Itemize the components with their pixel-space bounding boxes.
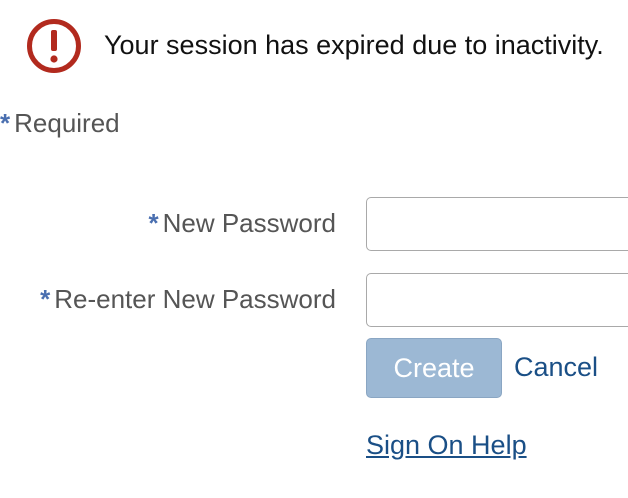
required-asterisk: * [0,108,11,138]
required-note: * Required [0,108,120,139]
exclamation-circle-icon [27,19,81,73]
sign-on-help-link[interactable]: Sign On Help [366,430,527,461]
reenter-password-label-text: Re-enter New Password [54,284,336,314]
cancel-link[interactable]: Cancel [514,352,598,383]
required-asterisk: * [40,284,51,314]
new-password-input[interactable] [366,197,628,251]
required-label: Required [14,108,120,138]
session-expired-message: Your session has expired due to inactivi… [104,30,604,60]
new-password-label: * New Password [148,208,336,239]
reenter-password-input[interactable] [366,273,628,327]
create-button[interactable]: Create [366,338,502,398]
new-password-label-text: New Password [162,208,336,238]
required-asterisk: * [148,208,159,238]
password-reset-page: Your session has expired due to inactivi… [0,0,628,498]
reenter-password-label: * Re-enter New Password [40,284,336,315]
